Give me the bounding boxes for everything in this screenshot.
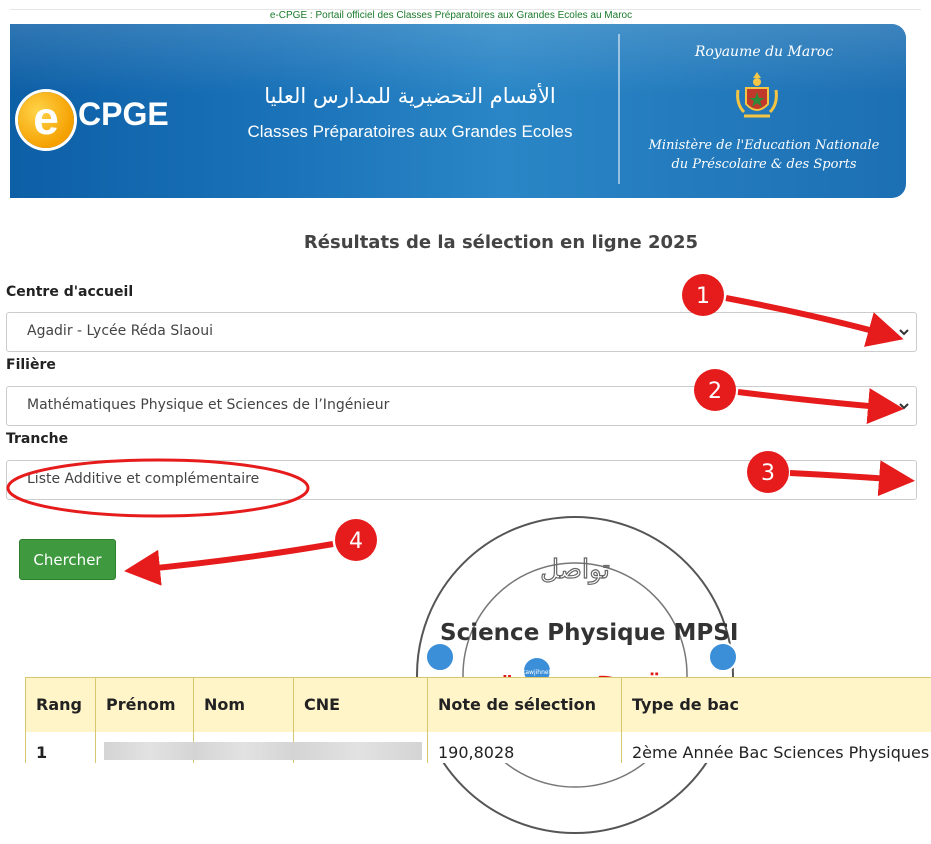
ministry-label: Ministère de l'Education Nationale du Pr… — [622, 136, 906, 174]
ecpge-logo[interactable]: e — [18, 92, 74, 148]
centre-select[interactable]: Agadir - Lycée Réda Slaoui — [6, 312, 917, 352]
note-cell: 190,8028 — [428, 732, 622, 763]
centre-value: Agadir - Lycée Réda Slaoui — [27, 323, 214, 339]
table-header-row: Rang Prénom Nom CNE Note de sélection Ty… — [26, 677, 931, 733]
logo-text: CPGE — [78, 96, 169, 132]
tranche-select[interactable]: Liste Additive et complémentaire — [6, 460, 917, 500]
column-header: Nom — [194, 678, 294, 732]
column-header: Prénom — [96, 678, 194, 732]
cne-cell — [294, 732, 428, 763]
tranche-label: Tranche — [6, 431, 69, 447]
column-header: Note de sélection — [428, 678, 622, 732]
centre-label: Centre d'accueil — [6, 284, 134, 300]
redacted-cne — [294, 742, 422, 760]
marker-number: 1 — [696, 284, 710, 309]
arabic-title: الأقسام التحضيرية للمدارس العليا — [264, 84, 556, 108]
ministry-line-1: Ministère de l'Education Nationale — [648, 138, 880, 153]
tawjihnet-watermark: تواصل توجيه نت tawjihnet — [416, 516, 738, 834]
chevron-down-icon — [899, 329, 909, 336]
marker-number: 4 — [349, 529, 363, 554]
search-button[interactable]: Chercher — [19, 539, 116, 580]
ministry-line-2: du Préscolaire & des Sports — [671, 157, 857, 172]
chevron-down-icon — [899, 477, 909, 484]
page-title: Résultats de la sélection en ligne 2025 — [303, 232, 699, 253]
prenom-cell — [96, 732, 196, 763]
tranche-value: Liste Additive et complémentaire — [27, 471, 260, 487]
chevron-down-icon — [899, 403, 909, 410]
coat-of-arms-icon — [736, 72, 778, 118]
results-table: Rang Prénom Nom CNE Note de sélection Ty… — [25, 677, 931, 763]
header-banner: e CPGE الأقسام التحضيرية للمدارس العليا … — [10, 24, 906, 198]
filiere-label: Filière — [6, 357, 56, 373]
rang-cell: 1 — [26, 732, 96, 763]
annotation-marker-4: 4 — [124, 519, 377, 586]
column-header: Rang — [26, 678, 96, 732]
french-title: Classes Préparatoires aux Grandes Ecoles — [247, 122, 573, 141]
watermark-top-text: تواصل — [540, 555, 610, 585]
filiere-select[interactable]: Mathématiques Physique et Sciences de l’… — [6, 386, 917, 426]
kingdom-label: Royaume du Maroc — [694, 44, 834, 60]
logo-letter: e — [33, 92, 59, 144]
results-heading: Science Physique MPSI — [440, 620, 739, 646]
column-header: CNE — [294, 678, 428, 732]
column-header: Type de bac — [632, 695, 739, 714]
nom-cell — [194, 732, 294, 763]
banner-divider — [618, 34, 620, 184]
redacted-nom — [194, 742, 294, 760]
type-bac-cell: 2ème Année Bac Sciences Physiques — [632, 743, 930, 762]
redacted-prenom — [104, 742, 196, 760]
watermark-badge-text: tawjihnet — [523, 669, 552, 676]
table-row: 1 190,8028 2ème Année Bac Sciences Physi… — [26, 732, 931, 763]
portal-caption: e-CPGE : Portail officiel des Classes Pr… — [269, 10, 633, 21]
filiere-value: Mathématiques Physique et Sciences de l’… — [27, 397, 390, 413]
